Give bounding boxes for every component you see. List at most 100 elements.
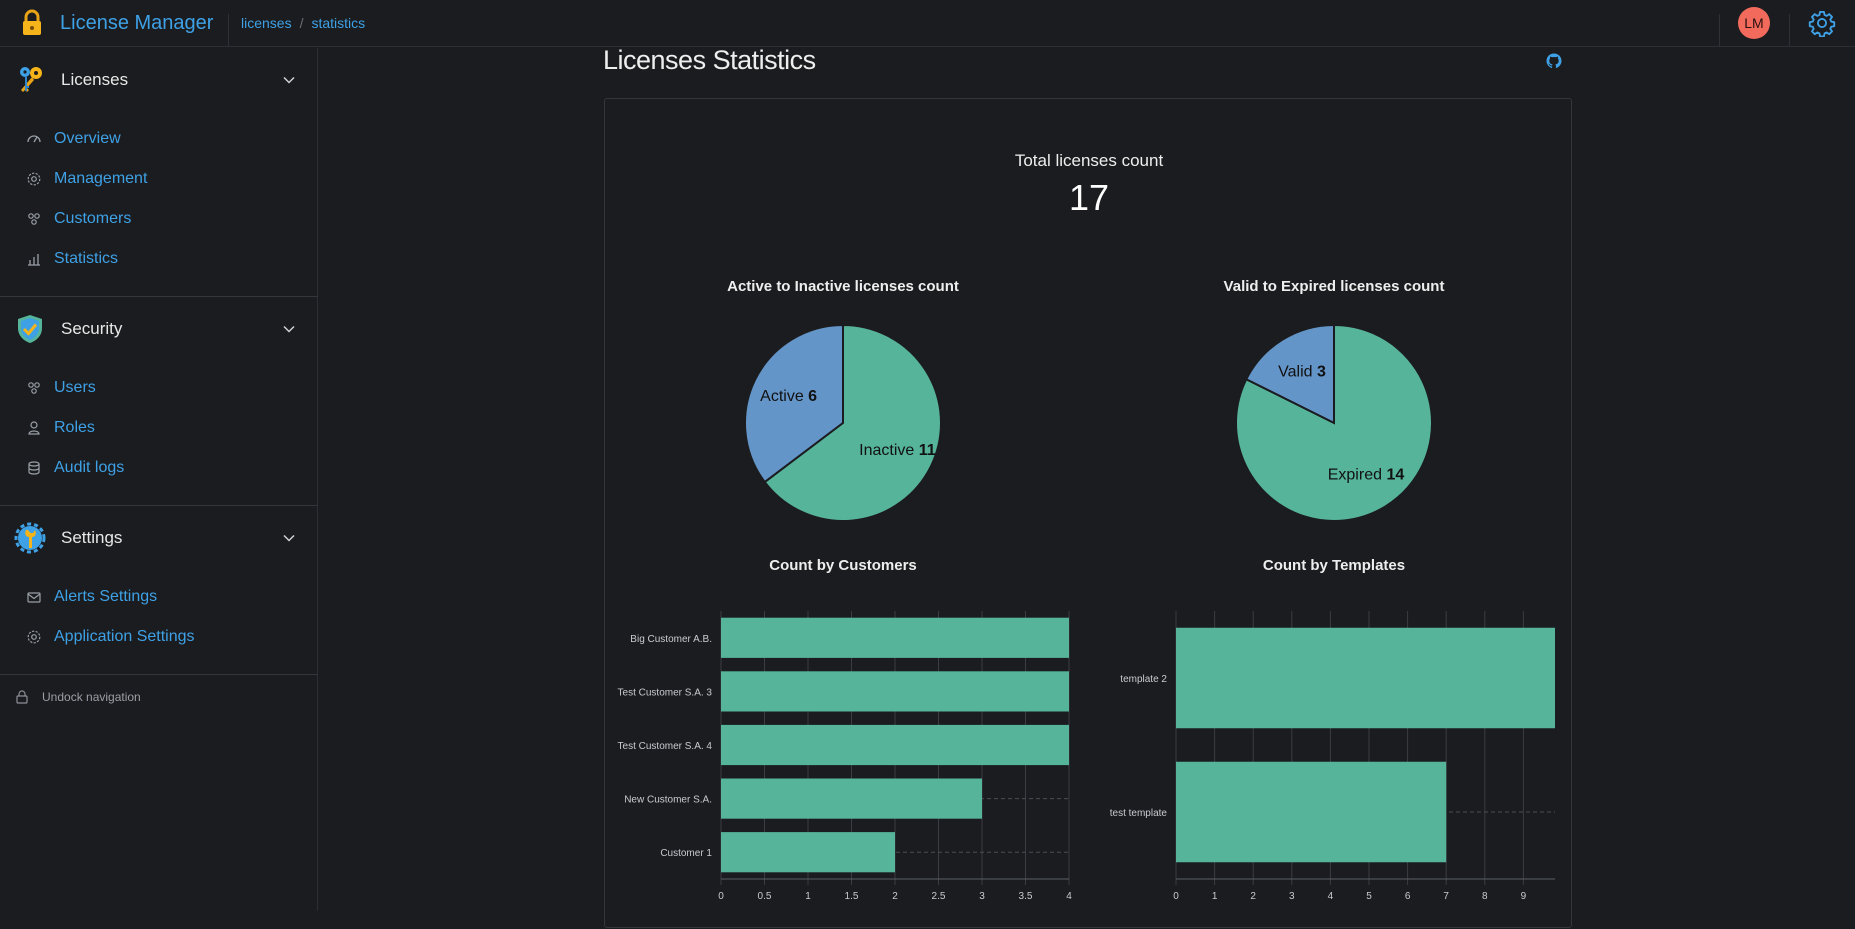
people-icon (28, 382, 40, 394)
person-icon (28, 421, 40, 435)
sidebar-divider (0, 296, 318, 297)
sidebar-item-customers[interactable]: Customers (0, 202, 318, 236)
customers-category-label: Big Customer A.B. (630, 634, 712, 645)
page-title: Licenses Statistics (603, 45, 816, 75)
header-divider (1719, 14, 1720, 46)
gear-icon (27, 630, 41, 644)
chart-title-active-inactive: Active to Inactive licenses count (727, 278, 959, 295)
pie-chart-valid-expired: Valid 3 Expired 14 (1235, 323, 1433, 522)
templates-tick-label: 1 (1212, 891, 1218, 902)
app-title[interactable]: License Manager (60, 12, 213, 35)
customers-category-label: Customer 1 (660, 848, 712, 859)
customers-bar (721, 724, 1069, 766)
bar-chart-templates: 012345678910template 2test template (1110, 611, 1555, 902)
avatar[interactable]: LM (1738, 7, 1770, 39)
total-licenses-value: 17 (1068, 177, 1110, 218)
pie-chart-active-inactive: Active 6 Inactive 11 (744, 323, 942, 522)
mail-icon (27, 592, 41, 603)
top-bar: License Manager licenses / statistics LM (0, 0, 1855, 47)
customers-tick-label: 3.5 (1019, 891, 1033, 902)
sidebar-section-licenses[interactable]: Licenses (0, 55, 318, 105)
unlock-icon (16, 690, 28, 704)
sidebar-item-management[interactable]: Management (0, 162, 318, 196)
customers-bar (721, 617, 1069, 658)
templates-tick-label: 2 (1250, 891, 1256, 902)
customers-tick-label: 3 (979, 891, 985, 902)
templates-tick-label: 6 (1405, 891, 1411, 902)
sidebar-item-label: Overview (54, 130, 121, 147)
templates-category-label: test template (1110, 808, 1168, 819)
templates-tick-label: 5 (1366, 891, 1372, 902)
sidebar-item-label: Roles (54, 419, 95, 436)
total-licenses-label: Total licenses count (1014, 151, 1164, 170)
breadcrumb-separator: / (299, 15, 304, 31)
gauge-icon (27, 135, 41, 143)
sidebar-item-label: Application Settings (54, 628, 195, 645)
header-divider (1789, 14, 1790, 46)
customers-tick-label: 2 (892, 891, 898, 902)
undock-navigation-label: Undock navigation (42, 690, 141, 704)
templates-tick-label: 8 (1482, 891, 1488, 902)
sidebar-item-application-settings[interactable]: Application Settings (0, 620, 318, 654)
chevron-down-icon[interactable] (282, 322, 296, 336)
sidebar-section-label: Settings (61, 528, 123, 547)
gear-icon (27, 172, 41, 186)
gear-icon[interactable] (1808, 9, 1836, 37)
customers-tick-label: 0.5 (758, 891, 772, 902)
chart-title-valid-expired: Valid to Expired licenses count (1223, 278, 1445, 295)
customers-tick-label: 0 (718, 891, 724, 902)
people-icon (28, 213, 40, 225)
sidebar-item-alerts-settings[interactable]: Alerts Settings (0, 580, 318, 614)
database-icon (28, 461, 40, 475)
shield-icon (18, 315, 42, 343)
chart-icon (28, 254, 40, 266)
bar-chart-customers: 0 0.5 1 1.5 2 2.5 3 3.5 4 Big Customer A.B. Test C… (618, 611, 1072, 902)
chart-title-customers: Count by Customers (769, 557, 917, 574)
templates-tick-label: 7 (1443, 891, 1449, 902)
templates-tick-label: 3 (1289, 891, 1295, 902)
sidebar-section-security[interactable]: Security (0, 304, 318, 354)
customers-bar (721, 832, 895, 873)
customers-tick-label: 1.5 (845, 891, 859, 902)
breadcrumb-licenses[interactable]: licenses (241, 15, 292, 31)
sidebar-item-statistics[interactable]: Statistics (0, 242, 318, 276)
sidebar-item-users[interactable]: Users (0, 371, 318, 405)
customers-bar (721, 671, 1069, 712)
sidebar-item-roles[interactable]: Roles (0, 411, 318, 445)
sidebar-item-label: Users (54, 379, 96, 396)
active-inactive-label-active: Active 6 (760, 388, 817, 405)
valid-expired-label-expired: Expired 14 (1328, 467, 1405, 484)
templates-tick-label: 4 (1328, 891, 1334, 902)
customers-tick-label: 1 (805, 891, 811, 902)
sidebar: Licenses Overview Management Customers S… (0, 48, 318, 911)
templates-tick-label: 0 (1173, 891, 1179, 902)
key-icon (20, 67, 42, 92)
sidebar-divider (0, 674, 318, 675)
chevron-down-icon[interactable] (282, 531, 296, 545)
sidebar-section-label: Security (61, 319, 123, 338)
sidebar-item-audit-logs[interactable]: Audit logs (0, 451, 318, 485)
templates-bar (1176, 627, 1555, 729)
chart-title-templates: Count by Templates (1262, 557, 1406, 574)
templates-tick-label: 9 (1521, 891, 1527, 902)
customers-category-label: Test Customer S.A. 4 (618, 741, 713, 752)
undock-navigation-button[interactable]: Undock navigation (0, 682, 318, 712)
sidebar-item-label: Management (54, 170, 148, 187)
customers-bar (721, 778, 982, 819)
sidebar-item-label: Alerts Settings (54, 588, 158, 605)
sidebar-item-overview[interactable]: Overview (0, 122, 318, 156)
valid-expired-label-valid: Valid 3 (1278, 363, 1326, 380)
lock-icon[interactable] (18, 9, 46, 37)
settings-wrench-icon (14, 522, 46, 554)
sidebar-item-label: Audit logs (54, 459, 125, 476)
active-inactive-label-inactive: Inactive 11 (859, 442, 936, 459)
breadcrumb-statistics[interactable]: statistics (311, 15, 365, 31)
chevron-down-icon[interactable] (282, 73, 296, 87)
statistics-card: Total licenses count 17 Active to Inacti… (604, 98, 1572, 928)
sidebar-item-label: Statistics (54, 250, 119, 267)
customers-tick-label: 2.5 (932, 891, 946, 902)
github-icon[interactable] (1546, 53, 1562, 69)
templates-category-label: template 2 (1120, 674, 1167, 685)
customers-tick-label: 4 (1066, 891, 1072, 902)
sidebar-section-settings[interactable]: Settings (0, 513, 318, 563)
